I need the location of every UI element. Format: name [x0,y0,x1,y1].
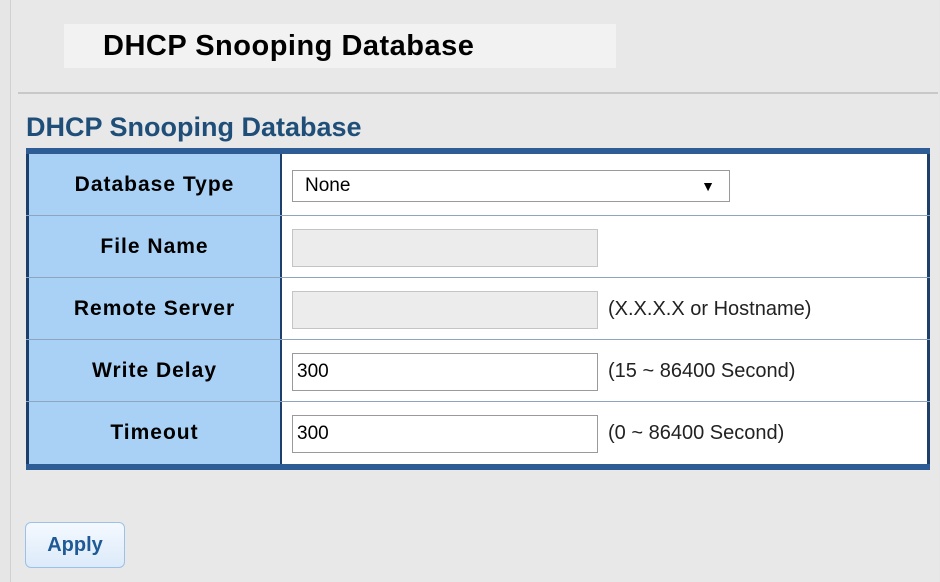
remote-server-hint: (X.X.X.X or Hostname) [608,298,812,320]
remote-server-cell: (X.X.X.X or Hostname) [282,278,930,339]
remote-server-input[interactable] [292,291,598,329]
timeout-row: Timeout (0 ~ 86400 Second) [26,402,930,464]
database-type-row: Database Type None ▼ [26,154,930,216]
database-type-label: Database Type [26,154,282,215]
database-type-selected-value: None [305,175,351,196]
section-heading: DHCP Snooping Database [26,112,362,142]
write-delay-hint: (15 ~ 86400 Second) [608,360,796,382]
write-delay-input[interactable] [292,353,598,391]
timeout-input[interactable] [292,415,598,453]
remote-server-row: Remote Server (X.X.X.X or Hostname) [26,278,930,340]
write-delay-cell: (15 ~ 86400 Second) [282,340,930,401]
dropdown-arrow-icon: ▼ [701,178,715,194]
snooping-database-table: Database Type None ▼ File Name Remote Se… [26,148,930,470]
remote-server-label: Remote Server [26,278,282,339]
apply-button[interactable]: Apply [25,522,125,568]
database-type-select[interactable]: None ▼ [292,170,730,202]
timeout-hint: (0 ~ 86400 Second) [608,422,785,444]
file-name-input[interactable] [292,229,598,267]
file-name-label: File Name [26,216,282,277]
title-divider [18,92,938,94]
write-delay-row: Write Delay (15 ~ 86400 Second) [26,340,930,402]
timeout-cell: (0 ~ 86400 Second) [282,402,930,464]
database-type-cell: None ▼ [282,154,930,215]
page-title: DHCP Snooping Database [103,30,475,62]
write-delay-label: Write Delay [26,340,282,401]
file-name-cell [282,216,930,277]
file-name-row: File Name [26,216,930,278]
timeout-label: Timeout [26,402,282,464]
